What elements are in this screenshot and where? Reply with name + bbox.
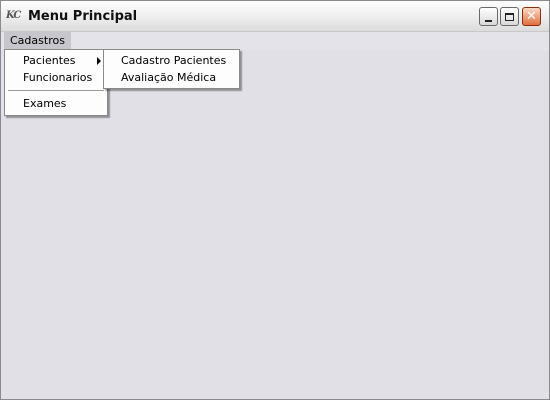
pacientes-submenu: Cadastro Pacientes Avaliação Médica bbox=[103, 49, 240, 89]
menu-item-label: Cadastro Pacientes bbox=[121, 54, 227, 67]
minimize-icon bbox=[485, 19, 492, 22]
title-bar[interactable]: KC Menu Principal ✕ bbox=[1, 1, 549, 32]
menu-item-cadastro-pacientes[interactable]: Cadastro Pacientes bbox=[104, 52, 239, 69]
menu-cadastros[interactable]: Cadastros bbox=[4, 32, 71, 50]
close-button[interactable]: ✕ bbox=[522, 7, 541, 26]
menu-item-pacientes[interactable]: Pacientes bbox=[5, 52, 107, 69]
maximize-icon bbox=[505, 12, 514, 21]
menu-item-label: Funcionarios bbox=[23, 71, 93, 84]
window-title: Menu Principal bbox=[28, 9, 138, 24]
menu-item-funcionarios[interactable]: Funcionarios bbox=[5, 69, 107, 86]
menu-bar: Cadastros bbox=[1, 32, 549, 50]
cadastros-dropdown: Pacientes Funcionarios Exames bbox=[4, 49, 108, 116]
maximize-button[interactable] bbox=[500, 7, 519, 26]
menu-item-exames[interactable]: Exames bbox=[5, 95, 107, 112]
menu-item-label: Pacientes bbox=[23, 54, 76, 67]
menu-separator bbox=[8, 90, 104, 91]
app-logo-icon: KC bbox=[6, 10, 21, 21]
minimize-button[interactable] bbox=[479, 7, 498, 26]
close-icon: ✕ bbox=[526, 9, 537, 24]
menu-item-label: Avaliação Médica bbox=[121, 71, 217, 84]
menu-item-avaliacao-medica[interactable]: Avaliação Médica bbox=[104, 69, 239, 86]
menu-item-label: Exames bbox=[23, 97, 67, 110]
submenu-arrow-icon bbox=[97, 57, 101, 65]
